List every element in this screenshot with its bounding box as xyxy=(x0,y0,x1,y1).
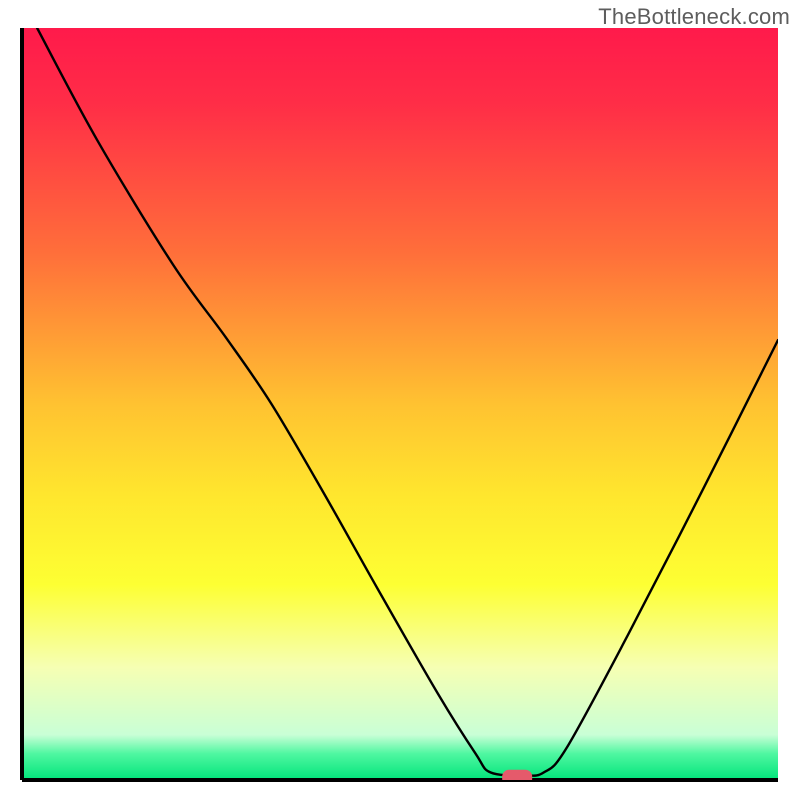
chart-container: TheBottleneck.com xyxy=(0,0,800,800)
bottleneck-chart xyxy=(0,0,800,800)
optimal-marker xyxy=(502,770,532,786)
watermark-text: TheBottleneck.com xyxy=(598,4,790,30)
gradient-background xyxy=(22,28,778,780)
